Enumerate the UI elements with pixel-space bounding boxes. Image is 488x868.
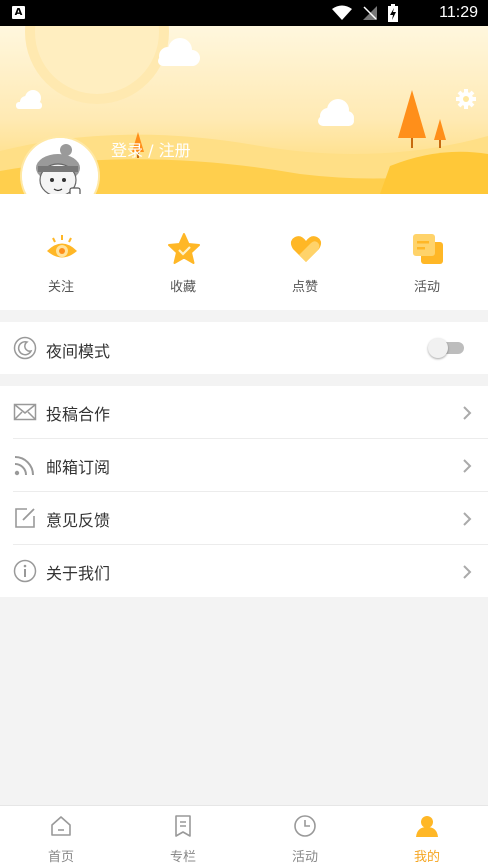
quick-action-favorites[interactable]: 收藏: [122, 194, 244, 310]
heart-icon: [290, 236, 322, 262]
activity-icon: [413, 234, 443, 264]
tab-home[interactable]: 首页: [0, 806, 122, 868]
menu-item-label: 意见反馈: [46, 511, 111, 530]
status-time: 11:29: [439, 4, 478, 21]
edit-icon: [15, 508, 35, 528]
night-mode-toggle[interactable]: [428, 338, 466, 358]
menu-item-about-us[interactable]: 关于我们: [0, 545, 488, 598]
chevron-right-icon: [463, 565, 472, 579]
rss-icon: [14, 456, 34, 476]
battery-charging-icon: [388, 4, 398, 22]
chevron-right-icon: [463, 406, 472, 420]
tab-columns[interactable]: 专栏: [122, 806, 244, 868]
quick-action-label: 收藏: [169, 280, 196, 295]
home-icon: [51, 816, 71, 836]
notification-icon: A: [12, 6, 25, 19]
chevron-right-icon: [463, 512, 472, 526]
envelope-icon: [13, 403, 37, 421]
tab-label: 专栏: [169, 850, 196, 865]
menu-item-email-subscribe[interactable]: 邮箱订阅: [0, 439, 488, 492]
settings-gear-icon[interactable]: [455, 88, 477, 110]
eye-icon: [47, 235, 77, 258]
quick-action-label: 活动: [413, 280, 440, 295]
tab-label: 首页: [47, 850, 74, 865]
moon-icon: [13, 336, 37, 360]
bookmark-icon: [175, 815, 191, 837]
status-bar: A 11:29: [0, 0, 488, 26]
settings-menu: 投稿合作 邮箱订阅 意见反馈 关于我们: [0, 386, 488, 597]
quick-actions: 关注 收藏 点赞 活动: [0, 194, 488, 310]
quick-action-label: 关注: [47, 280, 74, 295]
toggle-knob: [428, 338, 448, 358]
user-icon: [416, 816, 438, 837]
menu-item-label: 投稿合作: [46, 405, 111, 424]
quick-action-follow[interactable]: 关注: [0, 194, 122, 310]
quick-action-label: 点赞: [291, 280, 318, 295]
wifi-icon: [332, 5, 352, 20]
no-signal-icon: [363, 6, 377, 20]
menu-item-label: 关于我们: [46, 564, 111, 583]
tab-mine[interactable]: 我的: [366, 806, 488, 868]
menu-item-contribute[interactable]: 投稿合作: [0, 386, 488, 439]
clock-icon: [294, 815, 316, 837]
menu-item-feedback[interactable]: 意见反馈: [0, 492, 488, 545]
night-mode-row[interactable]: 夜间模式: [0, 322, 488, 374]
night-mode-label: 夜间模式: [46, 342, 111, 361]
info-icon: [13, 559, 37, 583]
chevron-right-icon: [463, 459, 472, 473]
login-register-link[interactable]: 登录 / 注册: [111, 137, 191, 161]
menu-item-label: 邮箱订阅: [46, 458, 111, 477]
status-icons: [332, 4, 398, 22]
tab-label: 我的: [413, 850, 440, 865]
quick-action-likes[interactable]: 点赞: [244, 194, 366, 310]
star-icon: [168, 233, 200, 264]
tab-activities[interactable]: 活动: [244, 806, 366, 868]
bottom-tab-bar: 首页 专栏 活动 我的: [0, 805, 488, 868]
quick-action-activities[interactable]: 活动: [366, 194, 488, 310]
tab-label: 活动: [291, 850, 318, 865]
